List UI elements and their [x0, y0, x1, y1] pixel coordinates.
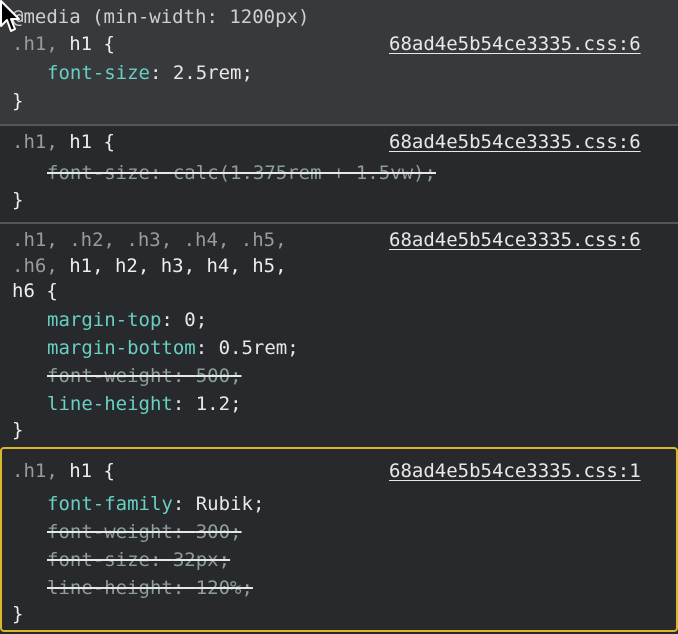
property-value: 0.5rem: [218, 337, 288, 359]
property-value: 120%: [195, 577, 242, 599]
selector-matched: h1: [69, 131, 93, 153]
declaration[interactable]: font-family: Rubik;: [47, 490, 264, 518]
open-brace: {: [34, 280, 58, 302]
property-value: 1.2: [195, 393, 231, 415]
property-name: font-size: [47, 162, 150, 184]
source-link[interactable]: 68ad4e5b54ce3335.css:6: [389, 30, 641, 58]
css-rule: .h1, .h2, .h3, .h4, .h5, 68ad4e5b54ce333…: [0, 224, 678, 446]
selector-unmatched: .h6,: [12, 255, 70, 277]
source-link[interactable]: 68ad4e5b54ce3335.css:1: [389, 457, 641, 485]
declaration-overridden[interactable]: font-size: calc(1.375rem + 1.5vw);: [47, 159, 436, 187]
property-value: 300: [195, 521, 231, 543]
selector-matched: h6: [12, 280, 35, 302]
close-brace: }: [12, 189, 24, 211]
mouse-pointer-icon: [0, 0, 20, 32]
property-value: 0: [184, 309, 196, 331]
source-link[interactable]: 68ad4e5b54ce3335.css:6: [389, 128, 641, 156]
css-rule: .h1, h1 { 68ad4e5b54ce3335.css:6 font-si…: [0, 126, 678, 222]
property-value: 500: [195, 365, 231, 387]
property-name: line-height: [47, 393, 173, 415]
close-brace: }: [12, 419, 24, 441]
property-name: font-size: [47, 62, 150, 84]
rule-selector[interactable]: .h1, h1 {: [12, 128, 115, 156]
declaration[interactable]: font-size: 2.5rem;: [47, 59, 253, 87]
property-name: font-weight: [47, 521, 173, 543]
property-value: 2.5rem: [172, 62, 242, 84]
rule-selector[interactable]: .h1, h1 {: [12, 30, 115, 58]
property-value: Rubik: [195, 493, 253, 515]
declaration-overridden[interactable]: line-height: 120%;: [47, 574, 253, 602]
open-brace: {: [92, 460, 115, 482]
selector-unmatched: .h1,: [12, 33, 70, 55]
open-brace: {: [92, 131, 115, 153]
property-name: font-family: [47, 493, 173, 515]
property-value: calc(1.375rem + 1.5vw): [172, 162, 425, 184]
styles-pane: @media (min-width: 1200px) .h1, h1 { 68a…: [0, 0, 678, 634]
declaration-overridden[interactable]: font-weight: 500;: [47, 362, 242, 390]
declaration[interactable]: margin-top: 0;: [47, 306, 207, 334]
rule-selector-continued[interactable]: .h6, h1, h2, h3, h4, h5,: [12, 252, 287, 280]
property-name: margin-bottom: [47, 337, 196, 359]
selector-matched: h1: [69, 460, 93, 482]
property-name: line-height: [47, 577, 173, 599]
rule-selector-continued[interactable]: h6 {: [12, 277, 58, 305]
css-rule-selected[interactable]: .h1, h1 { 68ad4e5b54ce3335.css:1 font-fa…: [0, 447, 678, 632]
close-brace: }: [12, 603, 24, 625]
media-query: @media (min-width: 1200px): [12, 6, 310, 28]
css-rule-media: @media (min-width: 1200px) .h1, h1 { 68a…: [0, 0, 678, 124]
open-brace: {: [92, 33, 115, 55]
property-name: margin-top: [47, 309, 162, 331]
rule-selector[interactable]: .h1, h1 {: [12, 457, 115, 485]
declaration-overridden[interactable]: font-size: 32px;: [47, 546, 230, 574]
close-brace: }: [12, 90, 24, 112]
declaration-overridden[interactable]: font-weight: 300;: [47, 518, 242, 546]
selector-matched: h1, h2, h3, h4, h5,: [69, 255, 287, 277]
selector-unmatched: .h1,: [12, 460, 70, 482]
selector-matched: h1: [69, 33, 93, 55]
source-link[interactable]: 68ad4e5b54ce3335.css:6: [389, 226, 641, 254]
declaration[interactable]: line-height: 1.2;: [47, 390, 242, 418]
declaration[interactable]: margin-bottom: 0.5rem;: [47, 334, 299, 362]
property-name: font-size: [47, 549, 150, 571]
selector-unmatched: .h1,: [12, 131, 70, 153]
property-name: font-weight: [47, 365, 173, 387]
rule-selector[interactable]: .h1, .h2, .h3, .h4, .h5,: [12, 226, 287, 254]
property-value: 32px: [172, 549, 219, 571]
